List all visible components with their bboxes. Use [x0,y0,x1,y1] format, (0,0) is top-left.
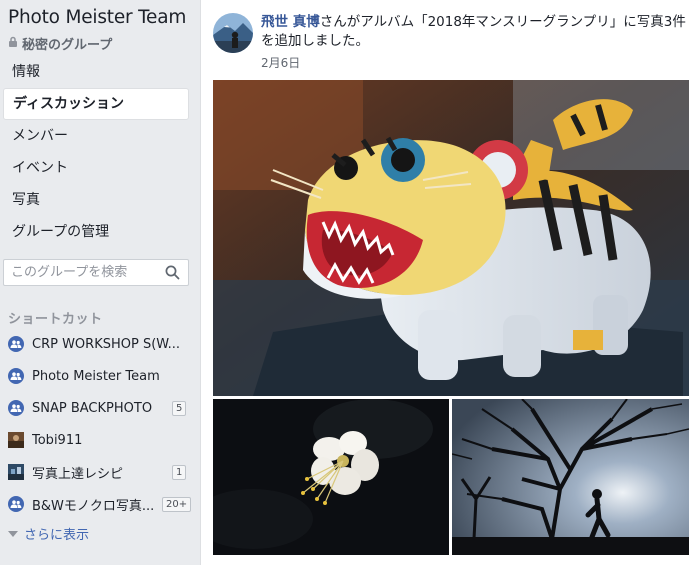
lock-icon [8,36,18,51]
photo-tiger-figurine[interactable] [213,80,689,396]
group-search-box [3,259,189,286]
nav-item-members[interactable]: メンバー [3,120,189,152]
photo-plum-blossom[interactable] [213,399,449,555]
author-name[interactable]: 飛世 真博 [261,14,320,30]
nav-item-events[interactable]: イベント [3,152,189,184]
post-header: 飛世 真博さんがアルバム「2018年マンスリーグランプリ」に写真3件を追加しまし… [261,13,691,51]
group-name[interactable]: Photo Meister Team [8,7,186,28]
group-privacy-label: 秘密のグループ [22,38,113,53]
photo-tree-silhouette[interactable] [452,399,689,555]
shortcuts-header: ショートカット [8,312,103,327]
shortcut-item[interactable]: CRP WORKSHOP S(W... [0,328,197,360]
page-thumbnail [8,432,24,448]
group-icon [8,336,24,352]
shortcuts-list: CRP WORKSHOP S(W... Photo Meister Team S… [0,328,197,520]
group-icon [8,496,24,512]
shortcut-label: CRP WORKSHOP S(W... [32,336,181,352]
post-timestamp[interactable]: 2月6日 [261,54,300,71]
group-privacy: 秘密のグループ [8,34,112,53]
shortcut-item[interactable]: B&Wモノクロ写真... 20+ [0,488,197,520]
notification-badge: 20+ [162,497,192,512]
shortcut-label: SNAP BACKPHOTO [32,400,153,416]
nav-item-discussion[interactable]: ディスカッション [3,88,189,120]
feed-post: 飛世 真博さんがアルバム「2018年マンスリーグランプリ」に写真3件を追加しまし… [200,0,700,565]
see-more-link[interactable]: さらに表示 [8,524,89,543]
post-action-text: さんがアルバム「2018年マンスリーグランプリ」に写真3件を追加しました。 [261,14,686,49]
group-icon [8,368,24,384]
shortcut-item[interactable]: Photo Meister Team [0,360,197,392]
shortcut-label: B&Wモノクロ写真... [32,498,155,514]
nav-item-photos[interactable]: 写真 [3,184,189,216]
author-avatar[interactable] [213,13,253,53]
shortcut-label: Photo Meister Team [32,368,160,384]
shortcut-item[interactable]: SNAP BACKPHOTO 5 [0,392,197,424]
shortcut-label: 写真上達レシピ [32,466,124,482]
group-search-input[interactable] [11,263,161,282]
shortcut-item[interactable]: 写真上達レシピ 1 [0,456,197,488]
group-nav: 情報 ディスカッション メンバー イベント 写真 グループの管理 [3,56,189,248]
nav-item-about[interactable]: 情報 [3,56,189,88]
group-sidebar: Photo Meister Team 秘密のグループ 情報 ディスカッション メ… [0,0,197,565]
group-icon [8,400,24,416]
search-icon[interactable] [165,265,180,284]
see-more-label: さらに表示 [24,528,90,543]
nav-item-manage-group[interactable]: グループの管理 [3,216,189,248]
page-thumbnail [8,464,24,480]
notification-badge: 1 [172,465,187,480]
caret-down-icon [8,526,18,541]
shortcut-item[interactable]: Tobi911 [0,424,197,456]
shortcut-label: Tobi911 [32,432,83,448]
notification-badge: 5 [172,401,187,416]
